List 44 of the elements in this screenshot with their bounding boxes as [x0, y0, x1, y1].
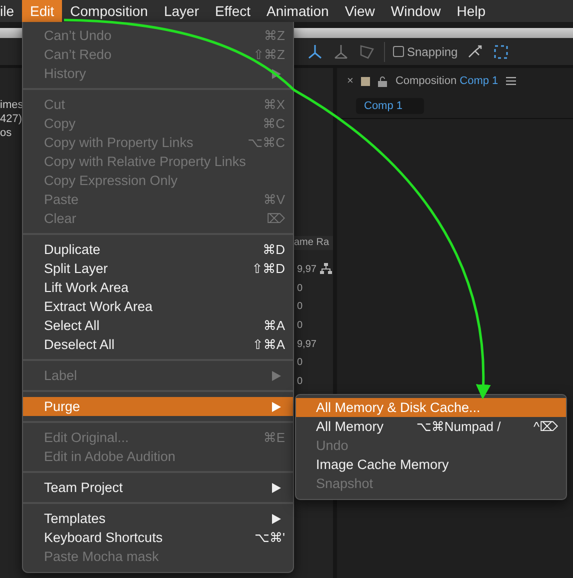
- menu-item[interactable]: Lift Work Area: [23, 278, 293, 297]
- panel-text: os: [0, 126, 13, 140]
- lock-icon[interactable]: [378, 76, 388, 86]
- label-color-swatch[interactable]: [361, 76, 370, 86]
- menu-item[interactable]: Extract Work Area: [23, 297, 293, 316]
- menu-title[interactable]: Layer: [156, 0, 207, 22]
- menu-title[interactable]: Window: [382, 0, 449, 22]
- snapping-checkbox[interactable]: [393, 46, 404, 57]
- menu-title[interactable]: Composition: [62, 0, 156, 22]
- menu-item[interactable]: Purge: [23, 397, 293, 416]
- composition-tab[interactable]: Comp 1: [356, 98, 424, 114]
- frame-icon[interactable]: [492, 42, 510, 60]
- table-cell: 9,97: [297, 338, 316, 350]
- menu-item[interactable]: Split Layer ⇧⌘D: [23, 259, 293, 278]
- hierarchy-icon[interactable]: [320, 263, 332, 276]
- menu-item[interactable]: Team Project: [23, 478, 293, 497]
- table-cell: 0: [297, 376, 303, 387]
- menu-item[interactable]: Templates: [23, 509, 293, 528]
- axis-icon[interactable]: [306, 42, 324, 60]
- axis-icon[interactable]: [332, 42, 350, 60]
- snapping-label: Snapping: [407, 44, 458, 58]
- menu-item[interactable]: Select All ⌘A: [23, 316, 293, 335]
- menu-item[interactable]: Deselect All ⇧⌘A: [23, 335, 293, 354]
- menu-title[interactable]: Animation: [258, 0, 337, 22]
- menu-icon[interactable]: [506, 77, 516, 85]
- menu-title[interactable]: ile: [0, 0, 22, 22]
- table-cell: 0: [297, 301, 303, 312]
- panel-title: Composition Comp 1: [395, 75, 498, 87]
- table-cell: 0: [297, 320, 303, 331]
- view-axis-icon[interactable]: [358, 42, 376, 60]
- close-icon[interactable]: ×: [347, 75, 354, 87]
- menu-item[interactable]: All Memory & Disk Cache...: [296, 398, 566, 417]
- table-cell: 0: [297, 282, 303, 294]
- menu-item[interactable]: Image Cache Memory: [296, 455, 566, 474]
- panel-text: imes: [0, 98, 24, 112]
- table-cell: 9,97: [297, 264, 316, 275]
- menu-item[interactable]: Duplicate ⌘D: [23, 240, 293, 259]
- panel-text: 427): [0, 112, 24, 126]
- menu-title[interactable]: View: [336, 0, 383, 22]
- table-cell: 0: [297, 357, 303, 368]
- menu-item[interactable]: Keyboard Shortcuts ⌥⌘': [23, 528, 293, 547]
- menu-item[interactable]: All Memory ⌥⌘Numpad / ^⌦: [296, 417, 566, 436]
- menu-title[interactable]: Help: [448, 0, 494, 22]
- menu-title[interactable]: Effect: [207, 0, 259, 22]
